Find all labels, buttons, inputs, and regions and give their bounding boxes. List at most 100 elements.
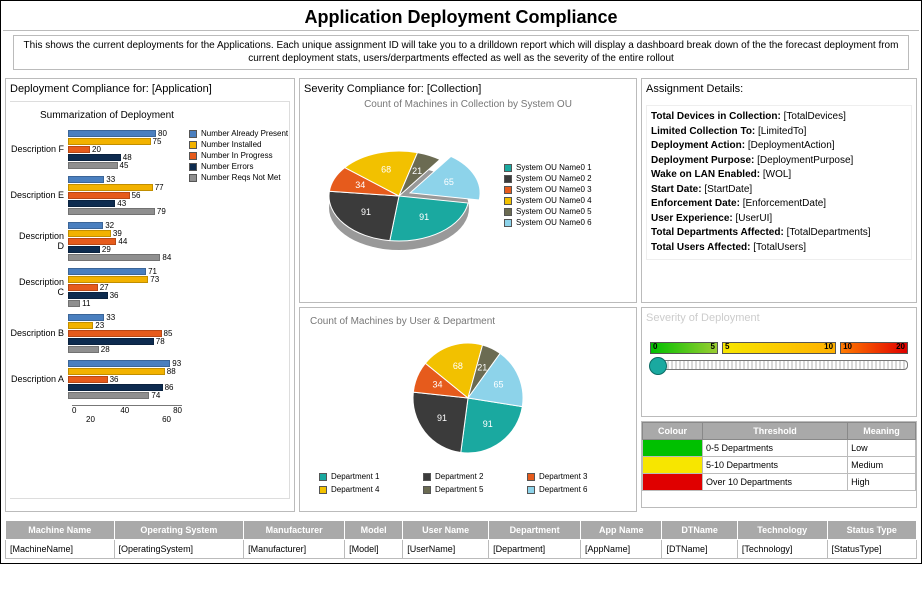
legend-item: System OU Name0 5 (504, 207, 592, 216)
bar-value-label: 56 (132, 191, 141, 200)
assignment-details-panel: Assignment Details: Total Devices in Col… (641, 78, 917, 303)
bar-segment[interactable] (68, 314, 104, 321)
bar-segment[interactable] (68, 268, 146, 275)
legend-item: System OU Name0 3 (504, 185, 592, 194)
bar-segment[interactable] (68, 392, 149, 399)
bar-segment[interactable] (68, 322, 93, 329)
table-header[interactable]: App Name (581, 521, 662, 540)
bar-value-label: 45 (120, 161, 129, 170)
deployment-compliance-panel: Deployment Compliance for: [Application]… (5, 78, 295, 512)
pie-dept-chart[interactable]: 919134682165 (373, 333, 563, 463)
legend-item: Number Reqs Not Met (189, 173, 289, 182)
pie-dept-legend: Department 1Department 2Department 3Depa… (304, 472, 632, 496)
table-header[interactable]: User Name (403, 521, 489, 540)
table-header[interactable]: Manufacturer (244, 521, 345, 540)
table-header: Meaning (848, 423, 916, 440)
table-cell: [Model] (345, 540, 403, 559)
page-title: Application Deployment Compliance (3, 3, 919, 31)
table-header[interactable]: Status Type (827, 521, 916, 540)
bar-value-label: 74 (151, 391, 160, 400)
bar-segment[interactable] (68, 368, 165, 375)
machine-table[interactable]: Machine NameOperating SystemManufacturer… (5, 520, 917, 559)
table-header[interactable]: Model (345, 521, 403, 540)
severity-slider-knob[interactable] (649, 357, 667, 375)
table-header[interactable]: Department (489, 521, 581, 540)
summarization-bar-chart[interactable]: Description F8075204845Description E3377… (10, 129, 185, 429)
bar-segment[interactable] (68, 154, 121, 161)
detail-row: Enforcement Date: [EnforcementDate] (651, 197, 907, 212)
bar-value-label: 28 (101, 345, 110, 354)
threshold-table: ColourThresholdMeaning0-5 DepartmentsLow… (642, 422, 916, 491)
table-cell: [AppName] (581, 540, 662, 559)
bar-segment[interactable] (68, 292, 108, 299)
bar-segment[interactable] (68, 276, 148, 283)
bar-segment[interactable] (68, 284, 98, 291)
bar-segment[interactable] (68, 238, 116, 245)
bar-value-label: 23 (95, 321, 104, 330)
severity-slider[interactable] (650, 360, 908, 370)
table-cell: [Technology] (737, 540, 827, 559)
bar-segment[interactable] (68, 200, 115, 207)
severity-panel-title: Severity Compliance for: [Collection] (304, 83, 632, 95)
legend-item: Department 6 (527, 485, 617, 494)
table-row: 0-5 DepartmentsLow (643, 440, 916, 457)
pie-dept-panel: Count of Machines by User & Department 9… (299, 307, 637, 512)
pie-ou-chart[interactable]: 919134682165 (304, 116, 504, 276)
pie-slice-label: 91 (483, 419, 493, 429)
pie-slice-label: 91 (361, 207, 371, 217)
bar-value-label: 43 (117, 199, 126, 208)
bar-value-label: 27 (100, 283, 109, 292)
bar-segment[interactable] (68, 176, 104, 183)
bar-segment[interactable] (68, 192, 130, 199)
legend-item: Number Installed (189, 140, 289, 149)
table-header[interactable]: Machine Name (6, 521, 115, 540)
deployment-panel-title: Deployment Compliance for: [Application] (10, 83, 290, 95)
pie-slice-label: 65 (444, 177, 454, 187)
legend-item: System OU Name0 6 (504, 218, 592, 227)
bar-value-label: 75 (153, 137, 162, 146)
pie-slice-label: 65 (493, 380, 503, 390)
bar-segment[interactable] (68, 300, 80, 307)
bar-category-label: Description E (10, 190, 68, 200)
bar-segment[interactable] (68, 138, 151, 145)
bar-segment[interactable] (68, 184, 153, 191)
bar-segment[interactable] (68, 338, 154, 345)
bar-value-label: 88 (167, 367, 176, 376)
bar-value-label: 11 (82, 299, 90, 308)
bar-segment[interactable] (68, 146, 90, 153)
legend-item: Department 2 (423, 472, 513, 481)
bar-value-label: 86 (165, 383, 174, 392)
bar-value-label: 73 (150, 275, 159, 284)
pie-slice-label: 21 (477, 363, 487, 373)
bar-segment[interactable] (68, 330, 162, 337)
bar-segment[interactable] (68, 246, 100, 253)
bar-value-label: 77 (155, 183, 164, 192)
bar-segment[interactable] (68, 360, 170, 367)
detail-row: Total Users Affected: [TotalUsers] (651, 241, 907, 256)
bar-segment[interactable] (68, 130, 156, 137)
bar-segment[interactable] (68, 384, 163, 391)
pie-slice-label: 91 (437, 413, 447, 423)
table-header[interactable]: DTName (662, 521, 737, 540)
table-header[interactable]: Operating System (114, 521, 244, 540)
detail-row: User Experience: [UserUI] (651, 212, 907, 227)
severity-gauge-panel: Severity of Deployment 0 5 5 10 10 20 (641, 307, 917, 417)
pie-slice-label: 68 (381, 165, 391, 175)
legend-item: Department 5 (423, 485, 513, 494)
summarization-title: Summarization of Deployment (40, 110, 289, 121)
bar-segment[interactable] (68, 230, 111, 237)
bar-segment[interactable] (68, 376, 108, 383)
bar-segment[interactable] (68, 222, 103, 229)
bar-segment[interactable] (68, 162, 118, 169)
table-row[interactable]: [MachineName][OperatingSystem][Manufactu… (6, 540, 917, 559)
gauge-tick-5a: 5 (711, 342, 715, 351)
table-cell: [OperatingSystem] (114, 540, 244, 559)
bar-segment[interactable] (68, 208, 155, 215)
bar-category-label: Description D (10, 231, 68, 251)
bar-category-label: Description F (10, 144, 68, 154)
legend-item: System OU Name0 1 (504, 163, 592, 172)
detail-row: Wake on LAN Enabled: [WOL] (651, 168, 907, 183)
bar-segment[interactable] (68, 346, 99, 353)
table-header[interactable]: Technology (737, 521, 827, 540)
bar-segment[interactable] (68, 254, 160, 261)
